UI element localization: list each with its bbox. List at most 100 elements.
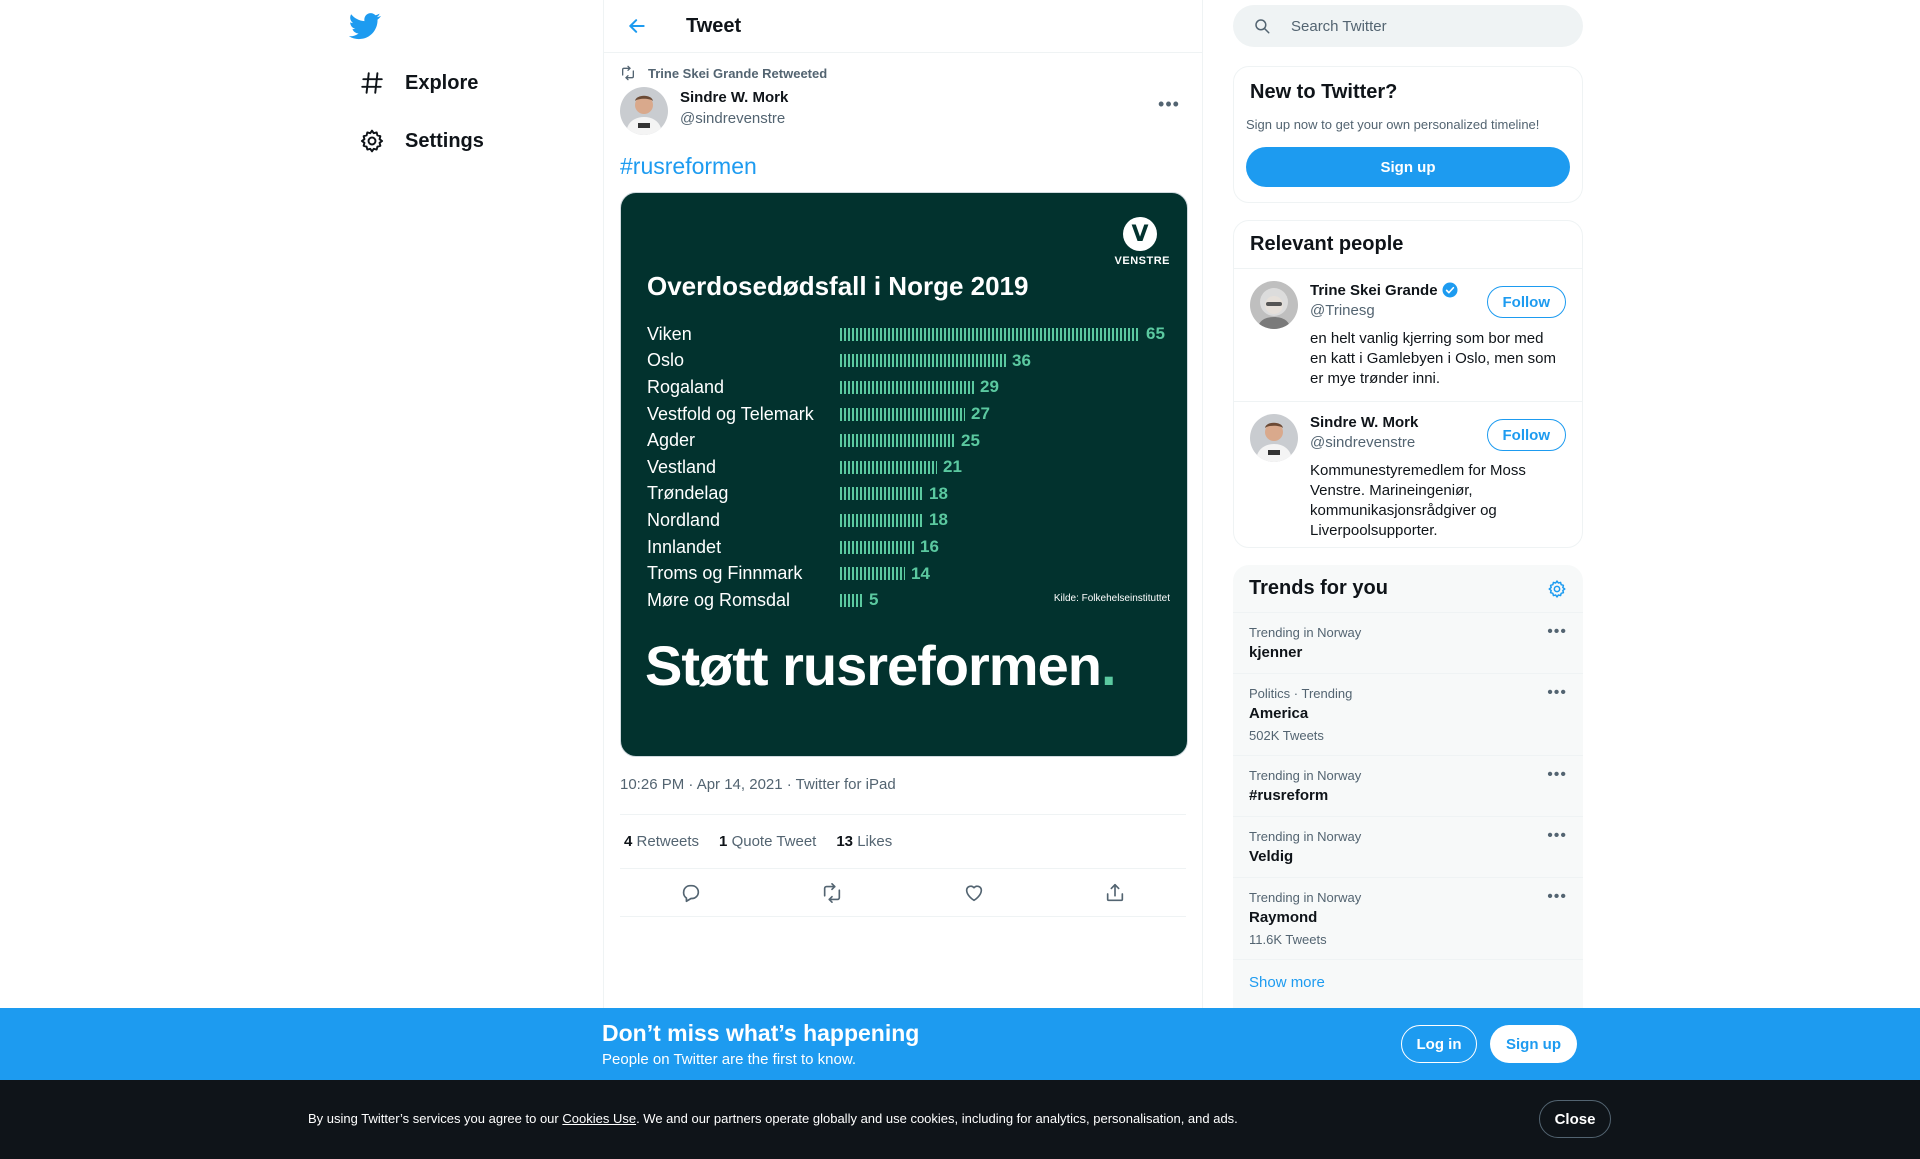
person-item[interactable]: Trine Skei Grande @Trinesg en helt vanli… [1234,269,1582,402]
retweet-context-text[interactable]: Trine Skei Grande Retweeted [648,66,827,81]
media-slogan-text: Støtt rusreformen [645,634,1102,697]
chart-category-label: Innlandet [647,536,722,557]
bottom-bar-title: Don’t miss what’s happening [602,1020,920,1046]
trend-list: Trending in Norway kjenner ••• Politics · T… [1233,613,1583,960]
chart-category-label: Trøndelag [647,483,729,504]
chart-row: Troms og Finnmark 14 [647,560,1167,587]
relevant-people-card: Relevant people Trine Skei Grande @Trine [1233,220,1583,548]
main-column: Tweet Trine Skei Grande Retweeted Sindre… [603,0,1203,1159]
follow-button[interactable]: Follow [1486,286,1566,318]
media-slogan: Støtt rusreformen. [645,633,1116,698]
chart-bar [840,434,955,448]
avatar-image [1250,414,1298,462]
trend-item[interactable]: Trending in Norway kjenner ••• [1233,613,1583,674]
media-chart: Viken 65 Oslo 36 Rogaland 29 Vestfold og Telem… [647,321,1167,614]
trend-context: Trending in Norway [1249,890,1362,905]
person-item[interactable]: Sindre W. Mork @sindrevenstre Kommunesty… [1234,402,1582,547]
sign-up-button[interactable]: Sign up [1246,147,1570,187]
more-options-icon[interactable]: ••• [1547,684,1567,702]
tweet-media-image[interactable]: V VENSTRE Overdosedødsfall i Norge 2019 … [620,192,1188,757]
trend-item[interactable]: Trending in Norway #rusreform ••• [1233,756,1583,817]
verified-badge-icon [1442,282,1458,298]
gear-icon [360,129,384,153]
page-title: Tweet [686,14,742,37]
chart-bar [840,460,937,474]
bottom-sign-up-button[interactable]: Sign up [1490,1025,1577,1063]
trend-count: 11.6K Tweets [1249,932,1327,947]
avatar-image [620,87,668,135]
quotes-label: Quote Tweet [731,833,817,850]
avatar[interactable] [620,87,668,135]
trend-name: kjenner [1249,644,1303,661]
chart-category-label: Oslo [647,350,685,371]
person-bio: Kommunestyremedlem for Moss Venstre. Mar… [1310,462,1526,539]
tweet-timestamp[interactable]: 10:26 PM · Apr 14, 2021 · Twitter for iP… [620,773,1186,815]
likes-label: Likes [857,833,893,850]
chart-value-label: 16 [920,537,939,557]
media-chart-title: Overdosedødsfall i Norge 2019 [647,271,1029,301]
log-in-button[interactable]: Log in [1401,1025,1477,1063]
retweet-context: Trine Skei Grande Retweeted [620,53,1186,87]
retweet-action-icon[interactable] [821,882,843,904]
like-icon[interactable] [963,882,985,904]
search-box[interactable] [1233,5,1583,47]
chart-bar [840,354,1006,368]
chart-bar [840,593,863,607]
chart-value-label: 21 [943,457,962,477]
back-button[interactable] [620,9,654,43]
more-options-icon[interactable]: ••• [1152,87,1186,121]
avatar[interactable] [1250,414,1298,462]
more-options-icon[interactable]: ••• [1547,623,1567,641]
trend-count: 502K Tweets [1249,728,1324,743]
chart-bar [840,513,923,527]
cookie-text-after: . We and our partners operate globally a… [636,1111,1238,1126]
trend-item[interactable]: Politics · Trending America 502K Tweets ••• [1233,674,1583,756]
more-options-icon[interactable]: ••• [1547,888,1567,906]
nav-settings[interactable]: Settings [347,115,496,167]
more-options-icon[interactable]: ••• [1547,766,1567,784]
chart-category-label: Rogaland [647,376,725,397]
person-name[interactable]: Trine Skei Grande [1310,282,1438,299]
reply-icon[interactable] [680,882,702,904]
chart-row: Nordland 18 [647,507,1167,534]
share-icon[interactable] [1104,882,1126,904]
chart-value-label: 25 [961,430,980,450]
more-options-icon[interactable]: ••• [1547,827,1567,845]
trends-settings-gear-icon[interactable] [1547,579,1567,599]
person-name[interactable]: Sindre W. Mork [1310,414,1418,431]
twitter-logo-icon[interactable] [349,10,381,42]
chart-category-label: Vestland [647,456,717,477]
chart-bar [840,540,914,554]
chart-value-label: 14 [911,563,930,583]
trends-card: Trends for you Trending in Norway kjenner… [1233,565,1583,1035]
quotes-stat[interactable]: 1 Quote Tweet [719,833,816,850]
relevant-people-title: Relevant people [1250,233,1404,255]
retweet-icon [622,65,634,81]
likes-stat[interactable]: 13 Likes [836,833,892,850]
author-name[interactable]: Sindre W. Mork [680,89,788,106]
search-input[interactable] [1291,17,1551,35]
trend-item[interactable]: Trending in Norway Veldig ••• [1233,817,1583,878]
trend-name: Veldig [1249,848,1294,865]
follow-button[interactable]: Follow [1486,419,1566,451]
chart-value-label: 27 [971,404,990,424]
tweet-stats: 4 Retweets 1 Quote Tweet 13 Likes [620,815,1186,869]
chart-row: Agder 25 [647,427,1167,454]
hashtag-icon [361,72,383,94]
new-to-twitter-subtitle: Sign up now to get your own personalized… [1246,117,1540,132]
nav-explore-label: Explore [405,71,479,94]
avatar[interactable] [1250,281,1298,329]
media-logo-text: VENSTRE [1114,255,1170,267]
cookies-use-link[interactable]: Cookies Use [562,1111,636,1126]
quotes-count: 1 [719,833,728,850]
nav-explore[interactable]: Explore [347,57,490,109]
cookie-close-button[interactable]: Close [1539,1100,1611,1138]
main-header: Tweet [604,0,1202,53]
trend-item[interactable]: Trending in Norway Raymond 11.6K Tweets ••• [1233,878,1583,960]
author-handle[interactable]: @sindrevenstre [680,110,788,127]
retweets-stat[interactable]: 4 Retweets [624,833,699,850]
tweet-hashtag-link[interactable]: #rusreformen [620,153,757,180]
venstre-logo-icon: V [1123,217,1157,251]
show-more-link[interactable]: Show more [1233,960,1583,1005]
cookie-text: By using Twitter’s services you agree to… [308,1111,1238,1126]
